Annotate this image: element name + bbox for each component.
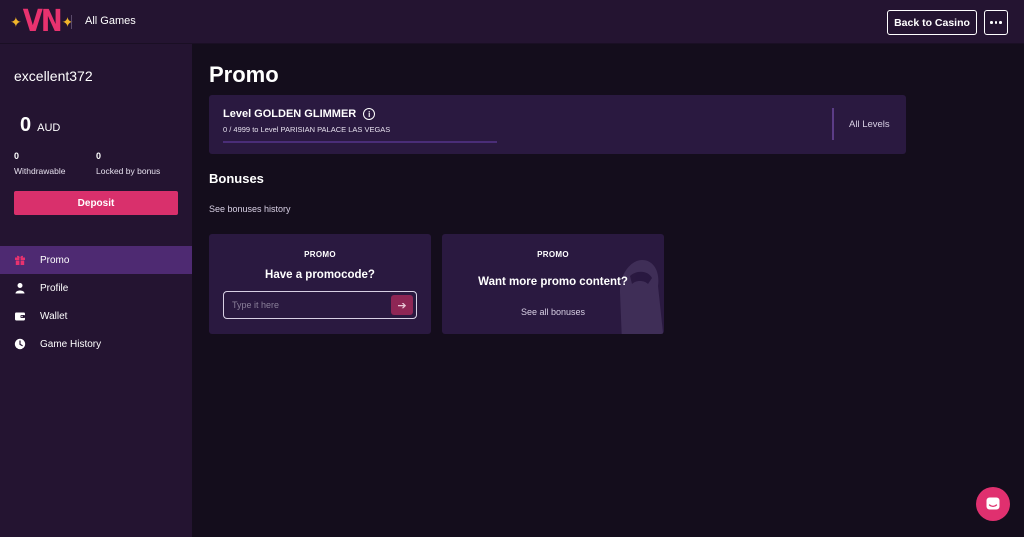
promocode-input[interactable] bbox=[232, 297, 382, 313]
card-tag: PROMO bbox=[304, 250, 336, 259]
wallet-icon bbox=[14, 310, 26, 322]
level-card: Level GOLDEN GLIMMER i 0 / 4999 to Level… bbox=[209, 95, 906, 154]
bonuses-heading: Bonuses bbox=[209, 171, 264, 186]
card-heading: Have a promocode? bbox=[265, 269, 375, 281]
sidebar: excellent372 0 AUD 0 Withdrawable 0 Lock… bbox=[0, 44, 192, 537]
sidebar-item-label: Game History bbox=[40, 338, 102, 350]
chat-icon bbox=[986, 497, 1000, 510]
see-all-bonuses-link[interactable]: See all bonuses bbox=[442, 307, 664, 317]
balance: 0 AUD bbox=[20, 114, 60, 137]
back-to-casino-button[interactable]: Back to Casino bbox=[887, 10, 977, 35]
bonuses-history-link[interactable]: See bonuses history bbox=[209, 204, 291, 214]
sidebar-nav: Promo Profile Wallet Game History bbox=[0, 246, 192, 358]
dot-icon bbox=[999, 21, 1002, 24]
all-levels-link[interactable]: All Levels bbox=[849, 119, 890, 130]
page-title: Promo bbox=[209, 62, 279, 87]
info-icon[interactable]: i bbox=[363, 108, 376, 120]
level-progress-bar bbox=[223, 141, 497, 143]
person-icon bbox=[14, 282, 26, 294]
username: excellent372 bbox=[14, 68, 93, 84]
level-divider bbox=[832, 108, 834, 140]
dot-icon bbox=[994, 21, 998, 24]
logo-text: VN bbox=[22, 4, 63, 40]
card-tag: PROMO bbox=[537, 250, 569, 259]
gift-icon bbox=[14, 254, 26, 266]
promocode-card: PROMO Have a promocode? ➔ bbox=[209, 234, 431, 334]
sidebar-item-promo[interactable]: Promo bbox=[0, 246, 192, 274]
arrow-right-icon: ➔ bbox=[397, 299, 407, 312]
submit-promocode-button[interactable]: ➔ bbox=[391, 295, 413, 315]
level-title-row: Level GOLDEN GLIMMER i bbox=[223, 108, 376, 120]
sparkle-icon: ✦ bbox=[10, 14, 22, 30]
balance-amount: 0 bbox=[20, 114, 32, 136]
withdrawable-label: Withdrawable bbox=[14, 166, 66, 176]
dot-icon bbox=[990, 21, 993, 24]
sidebar-item-label: Promo bbox=[40, 254, 70, 266]
clock-icon bbox=[14, 338, 26, 350]
locked-label: Locked by bonus bbox=[96, 166, 161, 176]
sidebar-item-wallet[interactable]: Wallet bbox=[0, 302, 192, 330]
header-divider bbox=[71, 15, 72, 29]
sidebar-item-game-history[interactable]: Game History bbox=[0, 330, 192, 358]
withdrawable-stat: 0 Withdrawable bbox=[14, 151, 66, 176]
sidebar-item-label: Wallet bbox=[40, 310, 68, 322]
promocode-field: ➔ bbox=[223, 291, 417, 319]
more-promo-card: PROMO Want more promo content? See all b… bbox=[442, 234, 664, 334]
top-header: ✦ VN ✦ All Games Back to Casino bbox=[0, 0, 1024, 44]
level-title: Level GOLDEN GLIMMER bbox=[223, 108, 357, 120]
more-options-button[interactable] bbox=[984, 10, 1008, 35]
level-progress-text: 0 / 4999 to Level PARISIAN PALACE LAS VE… bbox=[223, 125, 391, 134]
deposit-button[interactable]: Deposit bbox=[14, 191, 178, 215]
card-heading: Want more promo content? bbox=[478, 276, 628, 288]
locked-stat: 0 Locked by bonus bbox=[96, 151, 160, 176]
withdrawable-value: 0 bbox=[14, 151, 20, 161]
balance-currency: AUD bbox=[37, 122, 61, 134]
all-games-link[interactable]: All Games bbox=[85, 15, 136, 27]
mascot-silhouette-icon bbox=[620, 260, 664, 334]
sidebar-item-profile[interactable]: Profile bbox=[0, 274, 192, 302]
level-progress-fill bbox=[223, 141, 497, 143]
locked-value: 0 bbox=[96, 151, 102, 161]
brand-logo[interactable]: ✦ VN ✦ bbox=[10, 4, 73, 40]
sidebar-item-label: Profile bbox=[40, 282, 69, 294]
chat-support-button[interactable] bbox=[976, 487, 1010, 521]
